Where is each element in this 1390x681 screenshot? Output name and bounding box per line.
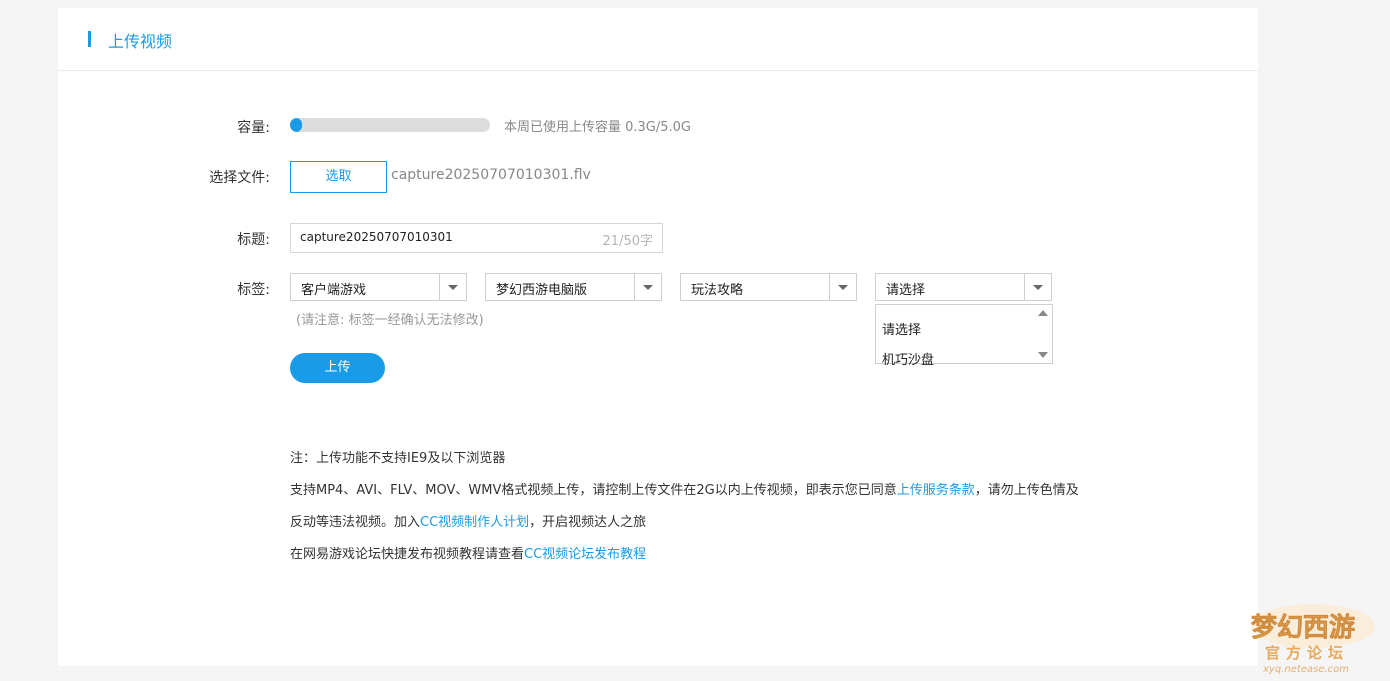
chevron-down-icon	[838, 285, 848, 290]
upload-card: 上传视频 容量: 本周已使用上传容量 0.3G/5.0G 选择文件: 选取 ca…	[58, 8, 1258, 666]
tag-select-2-toggle[interactable]	[634, 274, 661, 300]
tags-label: 标签:	[237, 282, 270, 298]
tag-note: (请注意: 标签一经确认无法修改)	[296, 313, 484, 328]
note-line-1: 注：上传功能不支持IE9及以下浏览器	[290, 451, 506, 466]
note-text: ，开启视频达人之旅	[529, 515, 647, 530]
capacity-text: 本周已使用上传容量 0.3G/5.0G	[504, 120, 692, 135]
note-text: 在网易游戏论坛快捷发布视频教程请查看	[290, 547, 525, 562]
chevron-down-icon	[643, 285, 653, 290]
file-label: 选择文件:	[209, 170, 270, 186]
capacity-label: 容量:	[237, 120, 270, 136]
scroll-up-icon[interactable]	[1038, 310, 1048, 316]
capacity-progress-fill	[290, 118, 302, 132]
terms-link[interactable]: 上传服务条款	[897, 483, 975, 498]
upload-notes: 注：上传功能不支持IE9及以下浏览器 支持MP4、AVI、FLV、MOV、WMV…	[290, 448, 1170, 576]
upload-button[interactable]: 上传	[290, 353, 385, 383]
tag-select-3-value: 玩法攻略	[691, 283, 744, 298]
tag-select-3-toggle[interactable]	[829, 274, 856, 300]
dropdown-option[interactable]: 机巧沙盘	[882, 349, 934, 368]
scroll-down-icon[interactable]	[1038, 352, 1048, 358]
note-line-4: 在网易游戏论坛快捷发布视频教程请查看CC视频论坛发布教程	[290, 544, 1170, 576]
logo-name: 梦幻西游	[1251, 613, 1355, 643]
chevron-down-icon	[1033, 285, 1043, 290]
creator-plan-link[interactable]: CC视频制作人计划	[420, 515, 529, 530]
note-text: ，请勿上传色情及	[974, 483, 1079, 498]
note-line-2: 支持MP4、AVI、FLV、MOV、WMV格式视频上传，请控制上传文件在2G以内…	[290, 480, 1170, 512]
forum-logo-watermark: 梦幻西游 官方论坛 xyq.netease.com	[1251, 604, 1375, 675]
title-char-counter: 21/50字	[602, 234, 653, 249]
tag-select-1-toggle[interactable]	[439, 274, 466, 300]
forum-tutorial-link[interactable]: CC视频论坛发布教程	[524, 547, 646, 562]
logo-subtitle: 官方论坛	[1265, 644, 1349, 662]
tag-select-4-toggle[interactable]	[1024, 274, 1051, 300]
tag-select-1-value: 客户端游戏	[301, 283, 367, 298]
tag-select-2[interactable]: 梦幻西游电脑版	[485, 273, 662, 301]
tag-select-3[interactable]: 玩法攻略	[680, 273, 857, 301]
chevron-down-icon	[448, 285, 458, 290]
note-text: 支持MP4、AVI、FLV、MOV、WMV格式视频上传，请控制上传文件在2G以内…	[290, 483, 897, 498]
header-accent-bar	[88, 31, 91, 47]
title-input[interactable]: capture20250707010301 21/50字	[290, 223, 663, 253]
tag-select-4[interactable]: 请选择	[875, 273, 1052, 301]
dropdown-option[interactable]: 请选择	[882, 319, 921, 338]
title-input-value[interactable]: capture20250707010301	[300, 230, 453, 244]
title-label: 标题:	[237, 232, 270, 248]
choose-file-button[interactable]: 选取	[290, 161, 387, 193]
tag-select-2-value: 梦幻西游电脑版	[496, 283, 588, 298]
tag-select-4-value: 请选择	[886, 283, 926, 298]
note-line-3: 反动等违法视频。加入CC视频制作人计划，开启视频达人之旅	[290, 512, 1170, 544]
selected-file-name: capture20250707010301.flv	[391, 167, 591, 183]
note-text: 反动等违法视频。加入	[290, 515, 421, 530]
tag-select-1[interactable]: 客户端游戏	[290, 273, 467, 301]
capacity-progress-bar	[290, 118, 490, 132]
logo-url: xyq.netease.com	[1262, 664, 1349, 675]
card-header: 上传视频	[58, 8, 1258, 71]
page-title: 上传视频	[108, 32, 173, 51]
tag-select-4-dropdown[interactable]: 请选择 机巧沙盘	[875, 304, 1053, 368]
